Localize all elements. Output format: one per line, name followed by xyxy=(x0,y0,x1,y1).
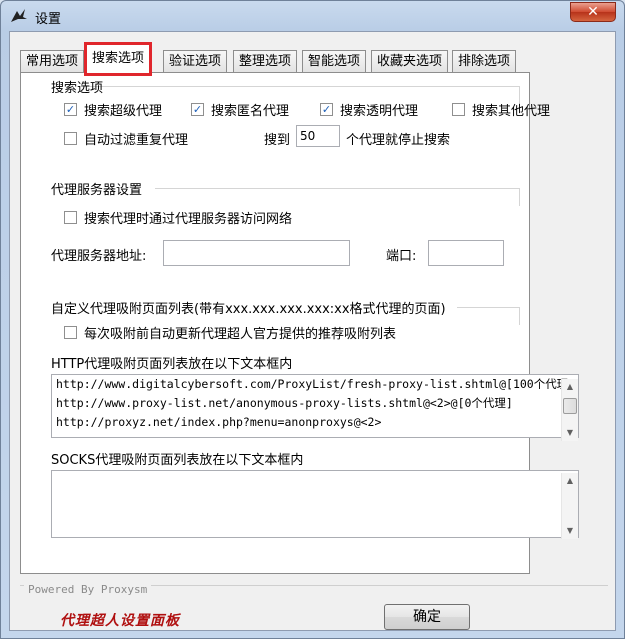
search-other-label: 搜索其他代理 xyxy=(472,104,551,119)
tab-search[interactable]: 搜索选项 xyxy=(83,42,153,76)
tab-favorites[interactable]: 收藏夹选项 xyxy=(371,50,449,72)
stop-suffix-label: 个代理就停止搜索 xyxy=(346,133,451,148)
tab-smart[interactable]: 智能选项 xyxy=(302,50,367,72)
search-other-checkbox[interactable] xyxy=(452,103,465,116)
http-list-line: http://www.proxy-list.net/anonymous-prox… xyxy=(56,396,513,410)
client-area: 常用选项 搜索选项 验证选项 整理选项 智能选项 收藏夹选项 排除选项 搜索选项… xyxy=(9,31,616,631)
tab-general[interactable]: 常用选项 xyxy=(20,50,85,72)
auto-filter-label: 自动过滤重复代理 xyxy=(84,133,189,148)
socks-list-textarea[interactable] xyxy=(51,470,579,538)
signature-logo: 代理超人设置面板 xyxy=(60,613,180,629)
app-logo-icon xyxy=(11,9,27,22)
group-border xyxy=(155,188,520,206)
scroll-thumb[interactable] xyxy=(563,398,577,414)
search-anonymous-label: 搜索匿名代理 xyxy=(211,104,290,119)
auto-filter-checkbox[interactable] xyxy=(64,132,77,145)
http-list-scrollbar[interactable]: ▲ ▼ xyxy=(561,379,578,441)
close-button[interactable]: ✕ xyxy=(570,2,616,22)
proxy-address-label: 代理服务器地址: xyxy=(51,249,147,264)
stop-count-input[interactable] xyxy=(296,125,340,147)
socks-list-scrollbar[interactable]: ▲ ▼ xyxy=(561,473,578,539)
auto-update-label: 每次吸附前自动更新代理超人官方提供的推荐吸附列表 xyxy=(84,327,397,342)
http-list-line: http://proxyz.net/index.php?menu=anonpro… xyxy=(56,415,382,429)
stop-prefix-label: 搜到 xyxy=(264,133,291,148)
scroll-up-icon[interactable]: ▲ xyxy=(562,473,578,489)
search-anonymous-checkbox[interactable]: ✓ xyxy=(191,103,204,116)
http-list-textarea[interactable]: http://www.digitalcybersoft.com/ProxyLis… xyxy=(51,374,579,438)
tab-organize[interactable]: 整理选项 xyxy=(233,50,298,72)
custom-pages-title: 自定义代理吸附页面列表(带有xxx.xxx.xxx.xxx:xx格式代理的页面) xyxy=(51,302,446,317)
search-options-panel: 搜索选项 ✓ 搜索超级代理 ✓ 搜索匿名代理 ✓ 搜索透明代理 搜索其他代理 自… xyxy=(20,72,579,574)
ok-button[interactable]: 确定 xyxy=(384,604,470,630)
tab-verify[interactable]: 验证选项 xyxy=(163,50,228,72)
group-border xyxy=(457,307,520,325)
proxy-port-input[interactable] xyxy=(428,240,504,266)
scroll-down-icon[interactable]: ▼ xyxy=(562,523,578,539)
auto-update-checkbox[interactable] xyxy=(64,326,77,339)
tab-exclude[interactable]: 排除选项 xyxy=(452,50,517,72)
use-proxy-label: 搜索代理时通过代理服务器访问网络 xyxy=(84,212,293,227)
search-options-title: 搜索选项 xyxy=(51,81,104,96)
settings-window: 设置 ✕ 常用选项 搜索选项 验证选项 整理选项 智能选项 收藏夹选项 排除选项… xyxy=(0,0,625,639)
search-transparent-checkbox[interactable]: ✓ xyxy=(320,103,333,116)
search-transparent-label: 搜索透明代理 xyxy=(340,104,419,119)
socks-list-label: SOCKS代理吸附页面列表放在以下文本框内 xyxy=(51,453,304,468)
scroll-down-icon[interactable]: ▼ xyxy=(562,425,578,441)
use-proxy-checkbox[interactable] xyxy=(64,211,77,224)
proxy-server-title: 代理服务器设置 xyxy=(51,183,143,198)
window-title: 设置 xyxy=(35,12,62,27)
http-list-line: http://www.digitalcybersoft.com/ProxyLis… xyxy=(56,377,576,391)
search-super-label: 搜索超级代理 xyxy=(84,104,163,119)
scroll-up-icon[interactable]: ▲ xyxy=(562,379,578,395)
search-super-checkbox[interactable]: ✓ xyxy=(64,103,77,116)
title-bar[interactable]: 设置 ✕ xyxy=(1,1,624,31)
powered-by-text: Powered By Proxysm xyxy=(24,583,152,596)
http-list-label: HTTP代理吸附页面列表放在以下文本框内 xyxy=(51,357,293,372)
proxy-port-label: 端口: xyxy=(386,249,417,264)
proxy-address-input[interactable] xyxy=(163,240,350,266)
